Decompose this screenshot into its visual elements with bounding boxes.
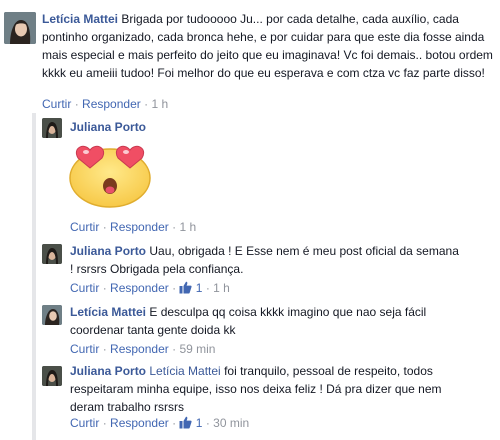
comment-actions: Curtir · Responder · 1 h bbox=[42, 96, 168, 112]
like-count-icon[interactable] bbox=[179, 281, 193, 298]
timestamp[interactable]: 30 min bbox=[213, 416, 249, 430]
reply-actions: Curtir · Responder · 59 min bbox=[70, 341, 215, 357]
timestamp[interactable]: 1 h bbox=[213, 281, 230, 295]
separator: · bbox=[102, 281, 107, 295]
like-link[interactable]: Curtir bbox=[70, 281, 99, 295]
separator: · bbox=[172, 416, 177, 430]
reply-author[interactable]: Juliana Porto bbox=[70, 244, 146, 258]
reply-actions: Curtir · Responder · 1 · 30 min bbox=[70, 415, 249, 433]
avatar-photo-icon bbox=[42, 305, 62, 325]
reply-body: Juliana Porto Uau, obrigada ! E Esse nem… bbox=[70, 242, 460, 278]
avatar[interactable] bbox=[42, 244, 62, 264]
reply-thread-rail bbox=[32, 113, 36, 440]
avatar-photo-icon bbox=[42, 118, 62, 138]
reply-body: Juliana Porto Letícia Mattei foi tranqui… bbox=[70, 362, 470, 416]
separator: · bbox=[172, 342, 177, 356]
avatar[interactable] bbox=[42, 305, 62, 325]
avatar-photo-icon bbox=[42, 366, 62, 386]
separator: · bbox=[102, 220, 107, 234]
reply-author[interactable]: Juliana Porto bbox=[70, 120, 146, 134]
reply-link[interactable]: Responder bbox=[82, 97, 141, 111]
reply-body: Letícia Mattei E desculpa qq coisa kkkk … bbox=[70, 303, 470, 339]
like-link[interactable]: Curtir bbox=[70, 220, 99, 234]
avatar[interactable] bbox=[42, 118, 62, 138]
reply-actions: Curtir · Responder · 1 h bbox=[70, 219, 196, 235]
separator: · bbox=[172, 281, 177, 295]
like-count-icon[interactable] bbox=[179, 416, 193, 433]
reply-actions: Curtir · Responder · 1 · 1 h bbox=[70, 280, 230, 298]
reply-link[interactable]: Responder bbox=[110, 281, 169, 295]
separator: · bbox=[102, 342, 107, 356]
separator: · bbox=[102, 416, 107, 430]
like-link[interactable]: Curtir bbox=[42, 97, 71, 111]
avatar-photo-icon bbox=[42, 244, 62, 264]
timestamp[interactable]: 59 min bbox=[179, 342, 215, 356]
avatar[interactable] bbox=[4, 12, 36, 44]
avatar[interactable] bbox=[42, 366, 62, 386]
separator: · bbox=[74, 97, 79, 111]
reply-author[interactable]: Letícia Mattei bbox=[70, 305, 146, 319]
reply-body: Juliana Porto bbox=[70, 118, 490, 136]
heart-eyes-emoji-icon bbox=[68, 140, 152, 211]
comment-author[interactable]: Letícia Mattei bbox=[42, 12, 118, 26]
mention-link[interactable]: Letícia Mattei bbox=[149, 364, 220, 378]
like-count[interactable]: 1 bbox=[196, 281, 203, 295]
separator: · bbox=[205, 416, 210, 430]
reply-link[interactable]: Responder bbox=[110, 416, 169, 430]
timestamp[interactable]: 1 h bbox=[179, 220, 196, 234]
separator: · bbox=[172, 220, 177, 234]
comment-body: Letícia Mattei Brigada por tudooooo Ju..… bbox=[42, 10, 494, 82]
timestamp[interactable]: 1 h bbox=[151, 97, 168, 111]
like-link[interactable]: Curtir bbox=[70, 416, 99, 430]
reply-author[interactable]: Juliana Porto bbox=[70, 364, 146, 378]
reply-link[interactable]: Responder bbox=[110, 342, 169, 356]
separator: · bbox=[144, 97, 149, 111]
like-count[interactable]: 1 bbox=[196, 416, 203, 430]
separator: · bbox=[205, 281, 210, 295]
reply-link[interactable]: Responder bbox=[110, 220, 169, 234]
like-link[interactable]: Curtir bbox=[70, 342, 99, 356]
avatar-photo-icon bbox=[4, 12, 36, 44]
